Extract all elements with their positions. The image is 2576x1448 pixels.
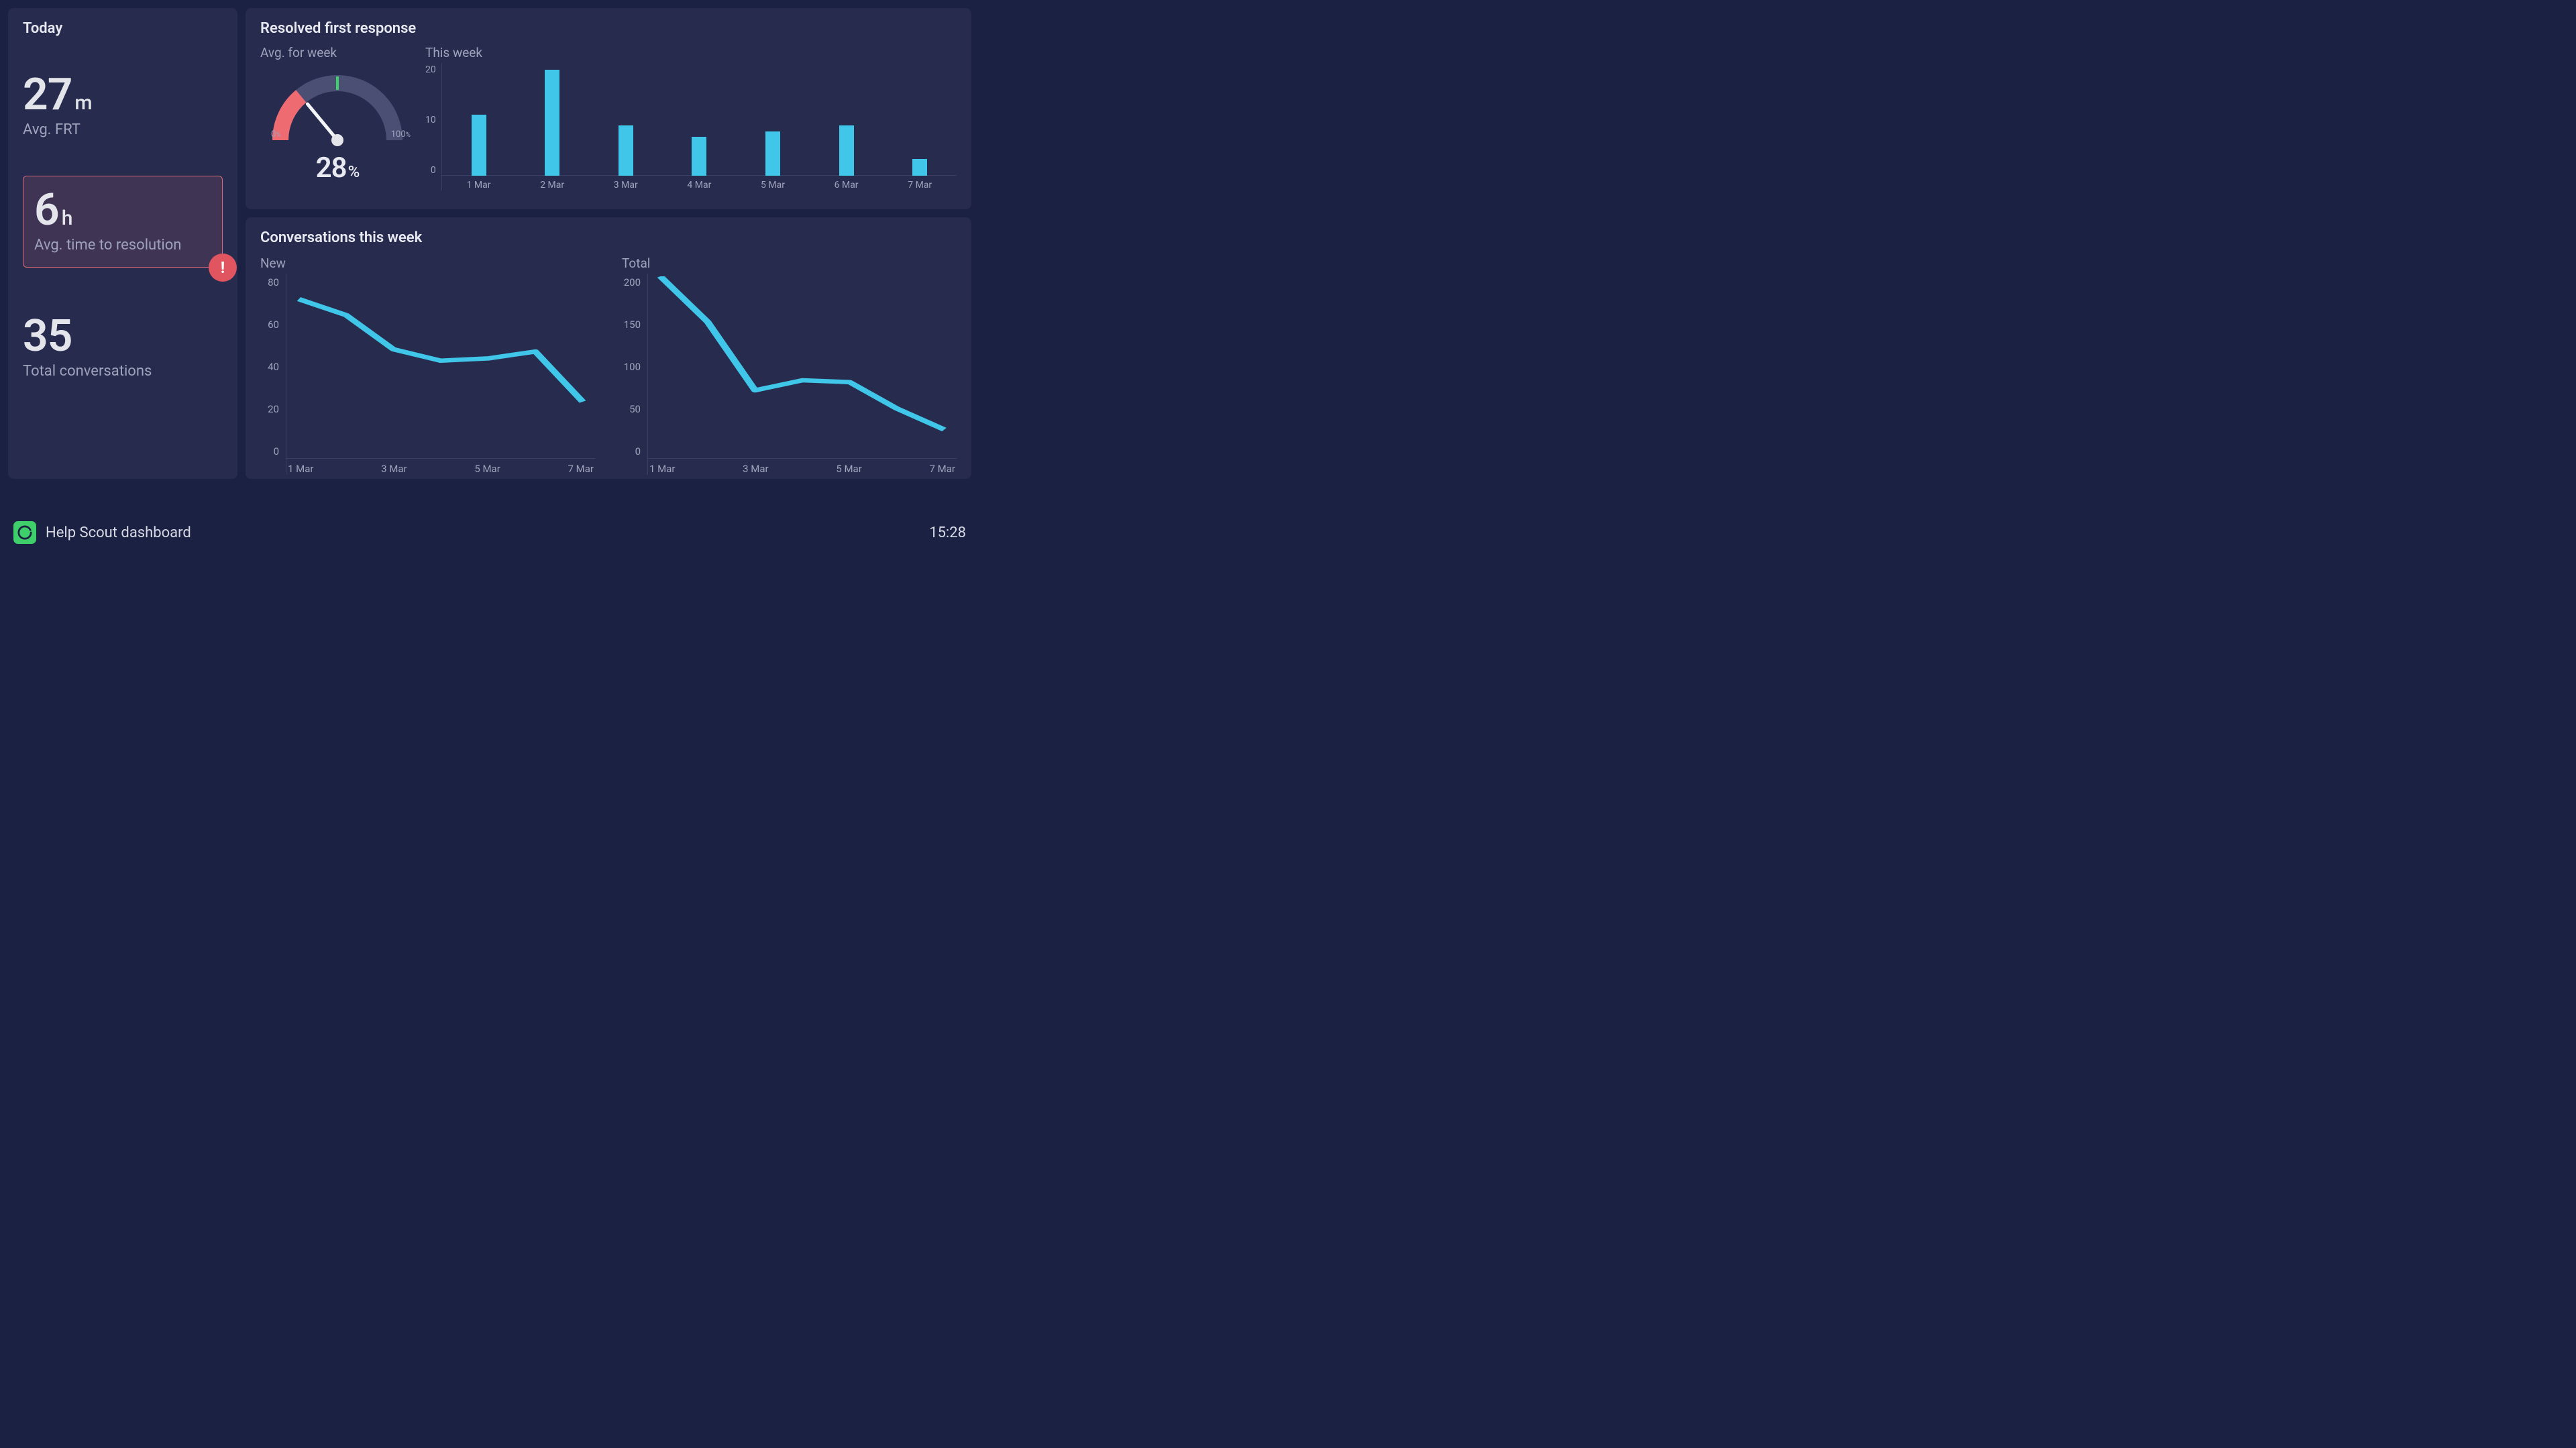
stat-avg-ttr: 6h Avg. time to resolution ! (23, 176, 223, 268)
line-total-x-axis: 1 Mar3 Mar5 Mar7 Mar (648, 463, 957, 475)
bar (472, 115, 486, 176)
bar-x-axis: 1 Mar2 Mar3 Mar4 Mar5 Mar6 Mar7 Mar (442, 180, 957, 190)
bar (619, 125, 633, 176)
line-total-subtitle: Total (622, 256, 957, 271)
conversations-panel: Conversations this week New 806040200 1 … (246, 217, 971, 479)
bar (765, 131, 780, 176)
today-panel: Today 27m Avg. FRT 6h Avg. time to resol… (8, 8, 237, 479)
line-chart-total: Total 200150100500 1 Mar3 Mar5 Mar7 Mar (622, 247, 957, 475)
line-new-x-axis: 1 Mar3 Mar5 Mar7 Mar (286, 463, 595, 475)
footer-time: 15:28 (929, 524, 966, 541)
bar-subtitle: This week (425, 45, 957, 60)
stat-avg-frt-unit: m (74, 91, 92, 115)
stat-avg-frt: 27m Avg. FRT (23, 73, 223, 138)
bar (692, 137, 706, 176)
logo-icon (13, 521, 36, 544)
line-new-subtitle: New (260, 256, 595, 271)
bar-chart-this-week: This week 20100 1 Mar2 Mar3 Mar4 Mar5 Ma… (425, 37, 957, 190)
stat-avg-frt-label: Avg. FRT (23, 121, 223, 138)
line-new-y-axis: 806040200 (260, 274, 286, 475)
footer: Help Scout dashboard 15:28 (0, 514, 979, 551)
stat-avg-ttr-unit: h (62, 207, 73, 230)
gauge-min-label: 0% (271, 129, 281, 140)
gauge-max-label: 100% (391, 129, 411, 140)
gauge-chart (267, 63, 408, 150)
bar-y-axis: 20100 (425, 63, 441, 190)
stat-total-conversations-label: Total conversations (23, 363, 223, 380)
stat-avg-frt-value: 27 (23, 69, 72, 121)
resolved-first-response-panel: Resolved first response Avg. for week (246, 8, 971, 209)
resolved-title: Resolved first response (260, 20, 957, 37)
today-title: Today (23, 20, 223, 37)
bar (839, 125, 854, 176)
gauge-avg-for-week: Avg. for week 0% 100% (260, 37, 415, 190)
bar (912, 159, 927, 176)
footer-title: Help Scout dashboard (46, 524, 191, 541)
conversations-title: Conversations this week (260, 229, 957, 246)
line-chart-new: New 806040200 1 Mar3 Mar5 Mar7 Mar (260, 247, 595, 475)
gauge-subtitle: Avg. for week (260, 45, 415, 60)
gauge-value: 28% (260, 152, 415, 184)
stat-avg-ttr-label: Avg. time to resolution (34, 237, 211, 254)
stat-total-conversations: 35 Total conversations (23, 315, 223, 380)
bar-plot: 1 Mar2 Mar3 Mar4 Mar5 Mar6 Mar7 Mar (441, 63, 957, 190)
line-total-y-axis: 200150100500 (622, 274, 647, 475)
bar (545, 70, 559, 176)
alert-icon: ! (209, 254, 237, 282)
stat-total-conversations-value: 35 (23, 311, 72, 362)
stat-avg-ttr-value: 6 (34, 184, 59, 236)
